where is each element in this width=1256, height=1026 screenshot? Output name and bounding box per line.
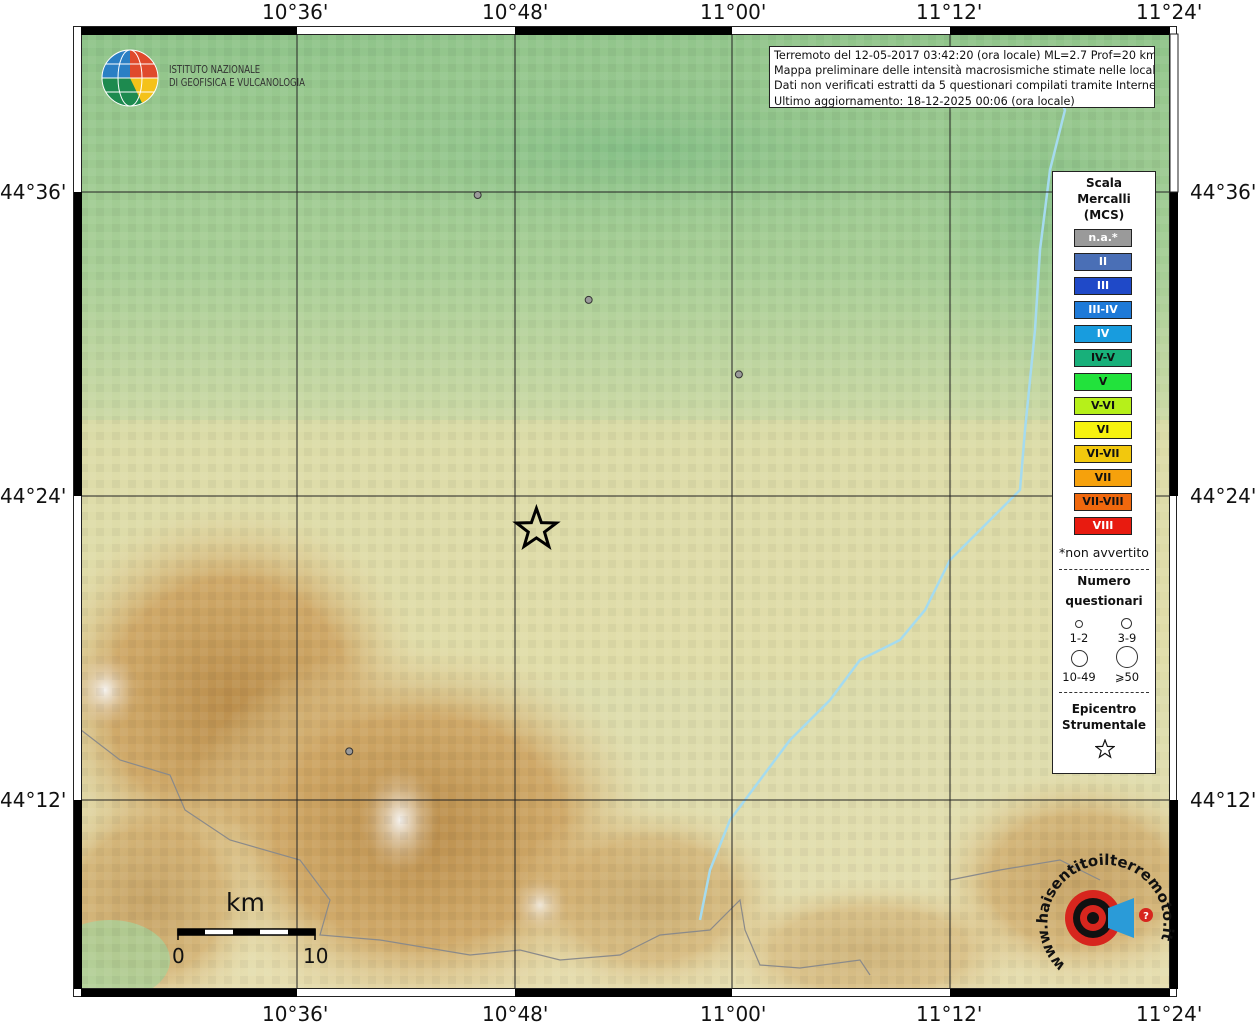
scale-end: 10 <box>303 944 329 968</box>
locality-marker <box>473 191 482 200</box>
questionnaire-title-1: Numero <box>1077 574 1131 588</box>
event-line: Terremoto del 12-05-2017 03:42:20 (ora l… <box>774 49 1155 62</box>
legend-title-3: (MCS) <box>1083 208 1125 222</box>
intensity-legend: Scala Mercalli (MCS) n.a.* II III III-IV IV I… <box>1052 171 1156 774</box>
epicenter-title-2: Strumentale <box>1061 718 1147 732</box>
intensity-swatch: VI <box>1074 421 1132 439</box>
svg-text:?: ? <box>1143 911 1149 922</box>
lon-label-top: 11°12' <box>916 0 983 24</box>
questionnaire-title-2: questionari <box>1065 594 1143 608</box>
size-label: 10-49 <box>1062 670 1096 684</box>
lat-label-right: 44°24' <box>1190 484 1256 508</box>
lon-label-bottom: 10°48' <box>482 1002 549 1026</box>
lon-label-top: 10°48' <box>482 0 549 24</box>
data-note-line: Dati non verificati estratti da 5 questi… <box>774 79 1155 93</box>
size-circle-xlarge <box>1116 646 1138 668</box>
scale-start: 0 <box>172 944 185 968</box>
event-info-box: Terremoto del 12-05-2017 03:42:20 (ora l… <box>769 46 1155 108</box>
map-description-line: Mappa preliminare delle intensità macros… <box>774 64 1155 78</box>
locality-marker <box>734 370 743 379</box>
lon-label-bottom: 11°12' <box>916 1002 983 1026</box>
intensity-swatch: VI-VII <box>1074 445 1132 463</box>
intensity-swatch: IV-V <box>1074 349 1132 367</box>
epicenter-title-1: Epicentro <box>1071 702 1137 716</box>
size-circle-small <box>1075 620 1083 628</box>
intensity-swatch: VII <box>1074 469 1132 487</box>
intensity-swatch: V <box>1074 373 1132 391</box>
ingv-logo-icon <box>101 49 159 107</box>
intensity-swatch: IV <box>1074 325 1132 343</box>
size-label: ⩾50 <box>1114 670 1140 684</box>
locality-marker <box>584 295 593 304</box>
lon-label-bottom: 10°36' <box>262 1002 329 1026</box>
na-note: *non avvertito <box>1059 545 1149 560</box>
intensity-swatch: II <box>1074 253 1132 271</box>
legend-title-2: Mercalli <box>1077 192 1131 206</box>
scale-unit: km <box>226 888 265 917</box>
size-circle-large <box>1071 650 1088 667</box>
lat-label-right: 44°12' <box>1190 788 1256 812</box>
lon-label-bottom: 11°00' <box>700 1002 767 1026</box>
ingv-logo-text: ISTITUTO NAZIONALE DI GEOFISICA E VULCAN… <box>169 63 305 89</box>
size-label: 1-2 <box>1069 631 1089 645</box>
intensity-swatch: III <box>1074 277 1132 295</box>
legend-divider <box>1059 692 1149 693</box>
intensity-swatch: III-IV <box>1074 301 1132 319</box>
logo-line1: ISTITUTO NAZIONALE <box>169 63 261 76</box>
intensity-swatch: VII-VIII <box>1074 493 1132 511</box>
intensity-swatch: V-VI <box>1074 397 1132 415</box>
intensity-swatch: n.a.* <box>1074 229 1132 247</box>
epicenter-legend-star-icon <box>1095 739 1115 759</box>
last-update-line: Ultimo aggiornamento: 18-12-2025 00:06 (… <box>774 94 1075 108</box>
lat-label-right: 44°36' <box>1190 180 1256 204</box>
lat-label-left: 44°12' <box>0 788 67 812</box>
lon-label-top: 11°00' <box>700 0 767 24</box>
lon-label-bottom: 11°24' <box>1136 1002 1203 1026</box>
lon-label-top: 11°24' <box>1136 0 1203 24</box>
lon-label-top: 10°36' <box>262 0 329 24</box>
lat-label-left: 44°24' <box>0 484 67 508</box>
legend-divider <box>1059 569 1149 570</box>
size-circle-medium <box>1121 618 1132 629</box>
size-label: 3-9 <box>1117 631 1137 645</box>
lat-label-left: 44°36' <box>0 180 67 204</box>
intensity-swatch: VIII <box>1074 517 1132 535</box>
legend-title-1: Scala <box>1085 176 1123 190</box>
logo-line2: DI GEOFISICA E VULCANOLOGIA <box>169 76 305 89</box>
locality-marker <box>345 747 354 756</box>
